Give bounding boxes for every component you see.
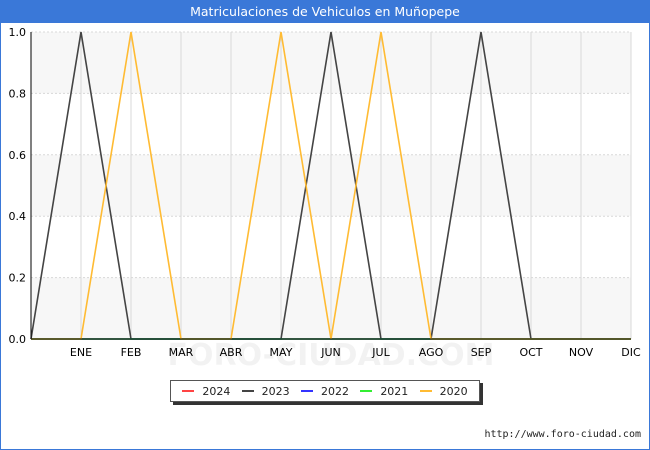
legend-label: 2023: [261, 384, 290, 398]
y-tick-label: 0.2: [9, 272, 27, 285]
legend-swatch: [419, 390, 432, 392]
source-url: http://www.foro-ciudad.com: [484, 429, 641, 440]
y-tick-label: 0.6: [9, 149, 27, 162]
x-tick-label: FEB: [121, 346, 142, 359]
x-tick-label: OCT: [519, 346, 542, 359]
legend-label: 2020: [439, 384, 468, 398]
x-tick-label: AGO: [419, 346, 444, 359]
legend-swatch: [360, 390, 373, 392]
x-tick-label: MAY: [270, 346, 293, 359]
x-tick-label: JUL: [371, 346, 390, 359]
legend-label: 2021: [380, 384, 409, 398]
legend-swatch: [241, 390, 254, 392]
legend-item-2022: 2022: [300, 384, 349, 398]
chart-title: Matriculaciones de Vehiculos en Muñopepe: [1, 1, 649, 23]
x-tick-label: DIC: [621, 346, 641, 359]
chart-frame: FORO-CIUDAD.COM 0.0 0.2 0.4 0.6 0.8 1.0 ENE FEB M…: [0, 0, 650, 450]
x-tick-label: JUN: [320, 346, 341, 359]
y-tick-label: 1.0: [9, 26, 27, 39]
legend-item-2021: 2021: [360, 385, 408, 398]
legend-item-2024: 2024: [182, 385, 230, 398]
legend-label: 2022: [320, 384, 349, 398]
x-tick-label: MAR: [169, 346, 194, 359]
y-tick-label: 0.4: [9, 210, 27, 223]
legend-label: 2024: [202, 384, 231, 398]
y-tick-label: 0.0: [9, 333, 27, 346]
x-tick-label: ABR: [220, 346, 243, 359]
x-tick-label: ENE: [70, 346, 92, 359]
legend-swatch: [300, 390, 313, 392]
x-tick-label: SEP: [471, 346, 492, 359]
legend-item-2020: 2020: [419, 384, 468, 398]
x-tick-label: NOV: [569, 346, 594, 359]
y-tick-label: 0.8: [9, 87, 27, 100]
legend-swatch: [182, 390, 195, 392]
legend-item-2023: 2023: [241, 384, 290, 398]
chart-legend: 2024 2023 2022 2021 2020: [170, 380, 480, 402]
